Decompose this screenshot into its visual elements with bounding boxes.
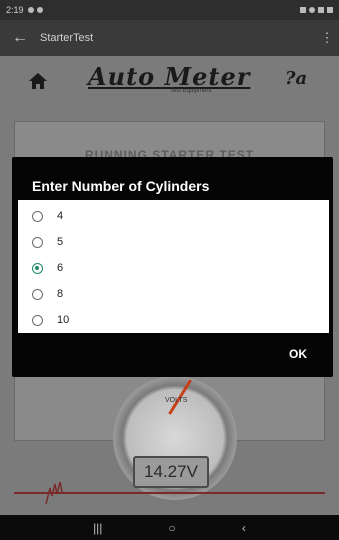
option-10[interactable]: 10 [18,307,329,333]
gauge-label: VOLTS [165,397,188,404]
help-icon[interactable]: ?a [285,68,319,94]
option-label: 4 [57,210,64,222]
auto-meter-mark-icon [45,481,63,505]
option-label: 5 [57,236,64,248]
status-time: 2:19 [6,5,24,15]
signal-icon [318,7,324,13]
battery-icon [327,7,333,13]
logo-subtitle: Test Equipment [170,88,212,94]
radio-checked-icon[interactable] [32,262,43,274]
radio-icon[interactable] [32,236,43,248]
system-nav-bar: ||| ○ ‹ [0,515,339,540]
overflow-menu-icon[interactable]: ⋮ [315,30,339,46]
cylinders-dialog: Enter Number of Cylinders 4 5 6 8 10 OK [12,157,333,377]
back-arrow-icon[interactable]: ← [0,29,40,47]
radio-icon[interactable] [32,314,43,326]
cylinder-options-list: 4 5 6 8 10 [18,200,329,333]
option-label: 6 [57,262,64,274]
radio-icon[interactable] [32,288,43,300]
back-nav-icon[interactable]: ‹ [242,521,246,535]
radio-icon[interactable] [32,210,43,222]
location-icon [309,7,315,13]
option-5[interactable]: 5 [18,229,329,255]
option-8[interactable]: 8 [18,281,329,307]
app-status-icon [36,7,43,13]
notification-icon [27,7,34,13]
option-label: 8 [57,288,64,300]
ok-button[interactable]: OK [289,347,307,361]
recent-apps-icon[interactable]: ||| [93,521,102,535]
dialog-title: Enter Number of Cylinders [32,178,210,194]
mute-icon [300,7,306,13]
status-left-icons [27,7,43,13]
app-bar-title: StarterTest [40,32,94,44]
home-nav-icon[interactable]: ○ [169,521,176,535]
option-4[interactable]: 4 [18,203,329,229]
app-bar: ← StarterTest ⋮ [0,20,339,56]
option-6[interactable]: 6 [18,255,329,281]
auto-meter-logo: Auto Meter [88,62,251,91]
status-bar: 2:19 [0,0,339,20]
status-right-icons [300,7,333,13]
option-label: 10 [57,314,70,326]
home-icon[interactable] [28,72,48,90]
voltage-readout: 14.27V [133,456,209,488]
